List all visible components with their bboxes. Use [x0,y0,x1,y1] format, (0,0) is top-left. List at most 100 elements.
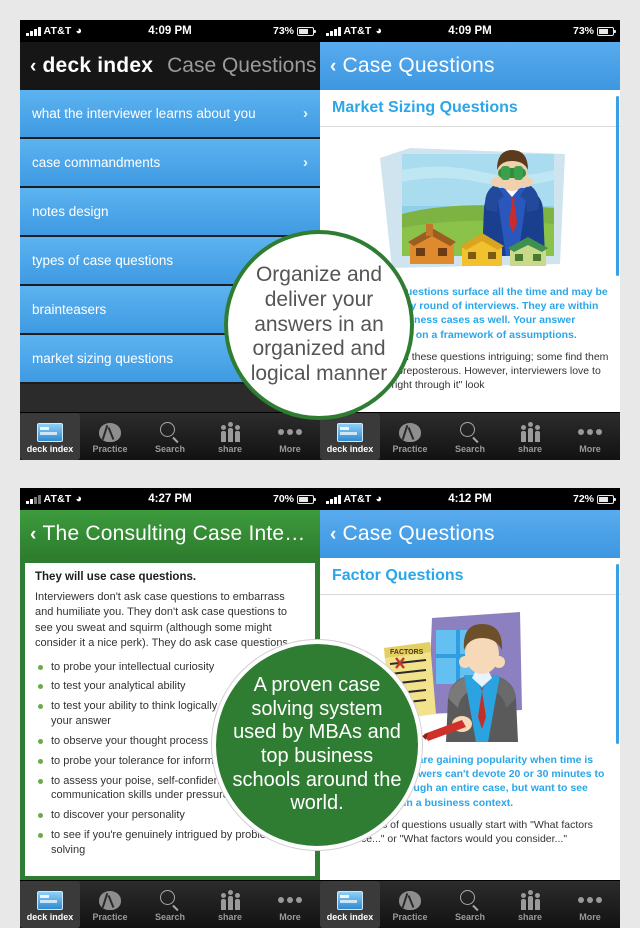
status-right: 73% [272,25,316,37]
scrollbar[interactable] [616,96,619,276]
tab-more[interactable]: More [260,413,320,460]
tab-share[interactable]: share [500,881,560,928]
status-right: 72% [572,493,616,505]
signal-bars-icon [26,494,41,504]
tab-label: deck index [326,911,374,922]
tab-label: Practice [92,911,128,922]
carrier-label: AT&T [43,25,72,37]
tab-search[interactable]: Search [440,413,500,460]
callout-proven-system: A proven case solving system used by MBA… [212,640,422,850]
tab-bar: deck index Practice Search share More [20,880,320,928]
tab-label: share [217,443,243,454]
tab-search[interactable]: Search [140,881,200,928]
brain-icon [99,420,121,442]
tab-deck-index[interactable]: deck index [20,413,80,460]
list-item-label: notes design [32,204,109,219]
tab-practice[interactable]: Practice [80,881,140,928]
tab-deck-index[interactable]: deck index [320,413,380,460]
scrollbar[interactable] [616,564,619,744]
chevron-left-icon: ‹ [30,523,37,545]
chevron-right-icon: › [303,154,308,171]
search-icon [460,420,480,443]
deck-index-icon [337,888,363,910]
chevron-right-icon: › [303,105,308,122]
battery-icon [597,494,616,504]
back-button[interactable]: ‹ The Consulting Case Inte… [30,522,306,546]
status-left: AT&T ◕ [326,25,382,37]
back-button[interactable]: ‹ Case Questions [330,522,495,546]
back-button[interactable]: ‹ Case Questions [330,54,495,78]
wifi-icon: ◕ [375,24,383,37]
nav-bar: ‹ The Consulting Case Inte… [20,510,320,558]
nav-bar: ‹ Case Questions [320,510,620,558]
battery-percent-label: 73% [272,25,294,37]
tab-label: More [279,443,301,454]
battery-percent-label: 72% [572,493,594,505]
brain-icon [399,888,421,910]
tab-label: More [279,911,301,922]
status-right: 73% [573,25,616,37]
tab-search[interactable]: Search [440,881,500,928]
status-right: 70% [272,493,316,505]
tab-share[interactable]: share [200,881,260,928]
callout-text: A proven case solving system used by MBA… [232,674,402,815]
tab-label: Practice [392,911,428,922]
tab-search[interactable]: Search [140,413,200,460]
tab-label: Search [454,911,486,922]
tab-label: share [517,911,543,922]
back-button-label: The Consulting Case Inte… [42,522,306,545]
tab-practice[interactable]: Practice [380,413,440,460]
brain-icon [99,888,121,910]
man-with-binoculars-houses-illustration [380,148,565,268]
brain-icon [399,420,421,442]
chevron-left-icon: ‹ [330,55,337,77]
deck-index-icon [37,420,63,442]
back-button[interactable]: ‹ deck index [30,54,153,78]
chevron-left-icon: ‹ [330,523,337,545]
tab-more[interactable]: More [260,881,320,928]
tab-label: More [579,911,601,922]
tab-share[interactable]: share [200,413,260,460]
status-bar: AT&T ◕ 4:27 PM 70% [20,488,320,510]
tab-more[interactable]: More [560,881,620,928]
search-icon [460,888,480,911]
deck-index-icon [37,888,63,910]
tab-deck-index[interactable]: deck index [320,881,380,928]
status-bar: AT&T ◕ 4:09 PM 73% [20,20,320,42]
signal-bars-icon [26,26,41,36]
tab-more[interactable]: More [560,413,620,460]
carrier-label: AT&T [43,493,72,505]
list-item[interactable]: what the interviewer learns about you › [20,90,320,139]
tab-label: share [217,911,243,922]
tab-label: Search [154,443,186,454]
list-item[interactable]: case commandments › [20,139,320,188]
search-icon [160,888,180,911]
tab-share[interactable]: share [500,413,560,460]
battery-icon [297,494,316,504]
status-bar: AT&T ◕ 4:09 PM 73% [320,20,620,42]
wifi-icon: ◕ [75,492,83,505]
status-left: AT&T ◕ [26,25,82,37]
people-icon [220,888,240,910]
search-icon [160,420,180,443]
battery-icon [297,26,316,36]
chevron-left-icon: ‹ [30,55,37,77]
tab-label: share [517,443,543,454]
people-icon [520,420,540,442]
tab-practice[interactable]: Practice [80,413,140,460]
tab-label: More [579,443,601,454]
tab-label: deck index [26,443,74,454]
page-title: Case Questions [167,54,317,77]
tab-label: Search [454,443,486,454]
tab-practice[interactable]: Practice [380,881,440,928]
battery-percent-label: 70% [272,493,294,505]
tab-label: Search [154,911,186,922]
tab-deck-index[interactable]: deck index [20,881,80,928]
tab-bar: deck index Practice Search share More [320,880,620,928]
back-button-label: Case Questions [342,522,495,545]
tab-label: deck index [326,443,374,454]
list-item-label: case commandments [32,155,161,170]
people-icon [520,888,540,910]
list-item[interactable]: notes design [20,188,320,237]
nav-bar: ‹ Case Questions [320,42,620,90]
